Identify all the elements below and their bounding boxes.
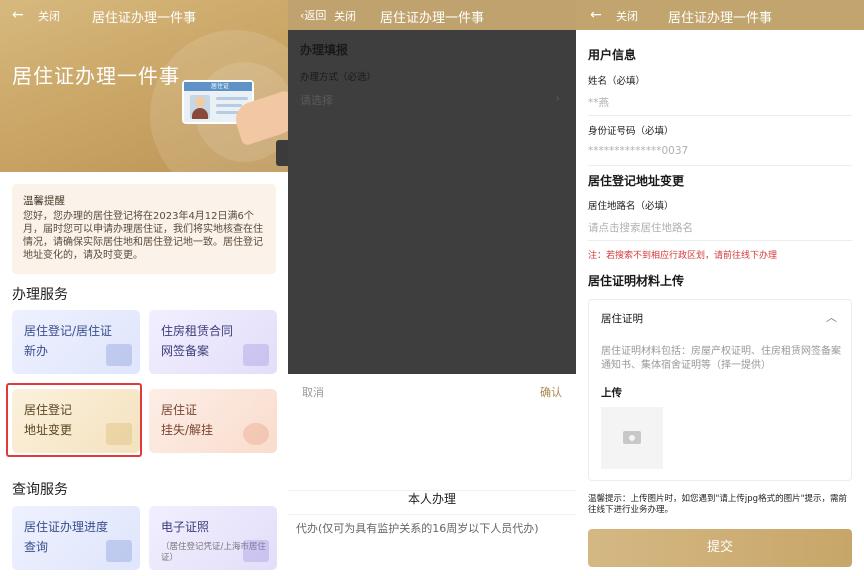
sleeve-illustration (276, 140, 288, 166)
nav-bar: ‹返回 关闭 居住证办理一件事 (288, 0, 576, 30)
card-description: 居住证明材料包括：房屋产权证明、住房租赁网签备案通知书、集体宿舍证明等（择一提供… (601, 346, 841, 371)
house-icon (243, 344, 269, 366)
portrait-icon (190, 95, 210, 119)
service-label: 居住证办理进度 (24, 520, 109, 534)
chevron-up-icon[interactable]: ︿ (826, 309, 837, 325)
picker-divider (288, 514, 576, 515)
id-card-label: 居住证 (211, 83, 230, 90)
section-title-service: 办理服务 (12, 287, 68, 303)
road-label: 居住地路名（必填） (588, 201, 674, 212)
cancel-button[interactable]: 取消 (302, 384, 324, 400)
name-label: 姓名（必填） (588, 76, 646, 87)
confirm-button[interactable]: 确认 (540, 384, 562, 400)
close-button[interactable]: 关闭 (616, 8, 638, 24)
page-title: 居住证办理一件事 (668, 11, 773, 26)
option-self[interactable]: 本人办理 (288, 490, 576, 507)
method-picker-screen: ‹返回 关闭 居住证办理一件事 办理填报 办理方式（必选） 请选择 › 取消 确… (288, 0, 576, 576)
section-title-query: 查询服务 (12, 482, 68, 498)
option-proxy[interactable]: 代办(仅可为具有监护关系的16周岁以下人员代办) (296, 520, 576, 536)
service-label: 挂失/解挂 (161, 423, 214, 437)
close-button[interactable]: 关闭 (334, 8, 356, 24)
home-screen: 居住证办理一件事 居住证 ← 关闭 居住证办理一件事 温馨提醒 您好，您办理的居… (0, 0, 288, 576)
prohibit-icon (243, 423, 269, 445)
camera-icon (623, 431, 641, 444)
chevron-right-icon: › (555, 91, 560, 105)
card-title: 居住证明 (601, 313, 643, 325)
nav-bar: ← 关闭 居住证办理一件事 (0, 0, 288, 30)
method-select[interactable]: 请选择 (300, 92, 333, 108)
hero-title: 居住证办理一件事 (12, 64, 180, 88)
form-title: 办理填报 (300, 43, 349, 57)
service-label: 网签备案 (161, 344, 210, 358)
close-button[interactable]: 关闭 (38, 8, 60, 24)
picker-sheet (288, 374, 576, 576)
section-material-upload: 居住证明材料上传 (588, 274, 685, 288)
id-card-header: 居住证 (184, 82, 252, 91)
back-button[interactable]: ‹返回 (300, 8, 326, 24)
back-arrow-icon[interactable]: ← (590, 7, 602, 23)
selection-highlight (6, 383, 142, 457)
name-field[interactable]: **燕 (588, 95, 609, 110)
upload-tip: 温馨提示：上传图片时，如您遇到"请上传jpg格式的图片"提示，需前往线下进行业务… (588, 494, 847, 515)
divider (588, 240, 852, 241)
service-label: 住房租赁合同 (161, 324, 234, 338)
id-label: 身份证号码（必填） (588, 126, 674, 137)
page-title: 居住证办理一件事 (380, 11, 485, 26)
road-search-input[interactable]: 请点击搜索居住地路名 (588, 220, 693, 235)
notice-body: 您好，您办理的居住登记将在2023年4月12日满6个月，届时您可以申请办理居住证… (23, 211, 263, 261)
document-icon (106, 344, 132, 366)
list-icon (106, 540, 132, 562)
service-residence-new[interactable]: 居住登记/居住证 新办 (12, 310, 140, 374)
license-icon (243, 540, 269, 562)
notice-title: 温馨提醒 (23, 195, 65, 207)
id-card-line (216, 104, 242, 107)
service-label: 居住证 (161, 403, 198, 417)
page-title: 居住证办理一件事 (92, 11, 197, 26)
upload-label: 上传 (601, 387, 622, 399)
section-address-change: 居住登记地址变更 (588, 174, 685, 188)
method-label: 办理方式（必选） (300, 72, 377, 83)
divider (588, 165, 852, 166)
reminder-notice: 温馨提醒 您好，您办理的居住登记将在2023年4月12日满6个月，届时您可以申请… (12, 184, 276, 274)
query-e-license[interactable]: 电子证照 （居住登记凭证/上海市居住证） (149, 506, 277, 570)
divider (588, 115, 852, 116)
id-card-line (216, 97, 248, 100)
address-change-form: ← 关闭 居住证办理一件事 用户信息 姓名（必填） **燕 身份证号码（必填） … (576, 0, 864, 576)
submit-button[interactable]: 提交 (588, 529, 852, 567)
service-label: 居住登记/居住证 (24, 324, 113, 338)
section-user-info: 用户信息 (588, 48, 637, 62)
service-label: 电子证照 (161, 520, 210, 534)
residence-proof-card: 居住证明 ︿ 居住证明材料包括：房屋产权证明、住房租赁网签备案通知书、集体宿舍证… (588, 299, 852, 481)
upload-image-button[interactable] (601, 407, 663, 469)
service-lease-contract[interactable]: 住房租赁合同 网签备案 (149, 310, 277, 374)
nav-bar: ← 关闭 居住证办理一件事 (576, 0, 864, 30)
back-arrow-icon[interactable]: ← (12, 7, 24, 23)
service-report-loss[interactable]: 居住证 挂失/解挂 (149, 389, 277, 453)
warning-text: 注：若搜索不到相应行政区划，请前往线下办理 (588, 251, 778, 261)
service-label: 新办 (24, 344, 49, 358)
query-progress[interactable]: 居住证办理进度 查询 (12, 506, 140, 570)
service-label: 查询 (24, 540, 49, 554)
id-field[interactable]: **************0037 (588, 145, 688, 157)
